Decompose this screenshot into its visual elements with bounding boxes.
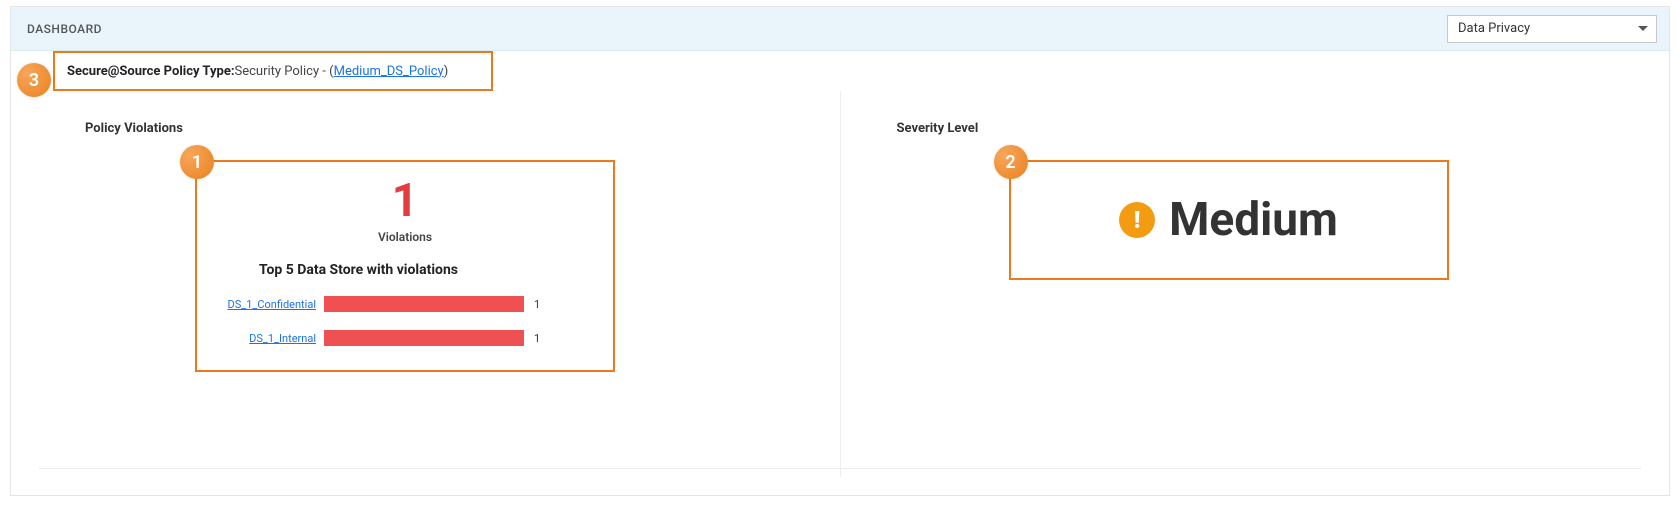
severity-box: 2 ! Medium [1009,160,1449,280]
severity-heading: Severity Level [897,121,1622,136]
datastore-link[interactable]: DS_1_Confidential [219,298,324,311]
callout-2: 2 [994,145,1028,179]
data-product-selector-value: Data Privacy [1458,21,1530,36]
datastore-bar [324,296,524,312]
dashboard-content: Policy Violations 1 1 Violations Top 5 D… [11,91,1669,495]
datastore-row: DS_1_Confidential 1 [219,296,591,312]
datastore-row: DS_1_Internal 1 [219,330,591,346]
page-title: DASHBOARD [27,22,102,36]
policy-link[interactable]: Medium_DS_Policy [334,64,444,79]
violations-count: 1 [219,178,591,224]
violations-count-label: Violations [219,230,591,244]
dashboard-container: DASHBOARD Data Privacy Secure@Source Pol… [10,6,1670,496]
policy-type-prefix: Secure@Source Policy Type: [67,64,235,79]
severity-level: Medium [1169,193,1338,247]
divider [39,468,1641,469]
policy-violations-heading: Policy Violations [85,121,810,136]
dashboard-header: DASHBOARD Data Privacy [11,7,1669,51]
policy-violations-box: 1 1 Violations Top 5 Data Store with vio… [195,160,615,372]
datastore-bar [324,330,524,346]
policy-type-suffix: ) [444,64,449,79]
datastore-link[interactable]: DS_1_Internal [219,332,324,345]
datastore-value: 1 [524,332,546,345]
policy-breadcrumb-row: Secure@Source Policy Type: Security Poli… [11,51,1669,91]
policy-breadcrumb-box: Secure@Source Policy Type: Security Poli… [53,51,493,91]
severity-panel: Severity Level 2 ! Medium [840,91,1652,477]
top-datastores-heading: Top 5 Data Store with violations [219,262,591,278]
policy-violations-panel: Policy Violations 1 1 Violations Top 5 D… [29,91,840,477]
warning-icon: ! [1119,202,1155,238]
datastore-value: 1 [524,298,546,311]
chevron-down-icon [1638,26,1648,31]
policy-type-label: Security Policy - ( [235,64,334,79]
data-product-selector[interactable]: Data Privacy [1447,15,1657,43]
callout-1: 1 [180,145,214,179]
